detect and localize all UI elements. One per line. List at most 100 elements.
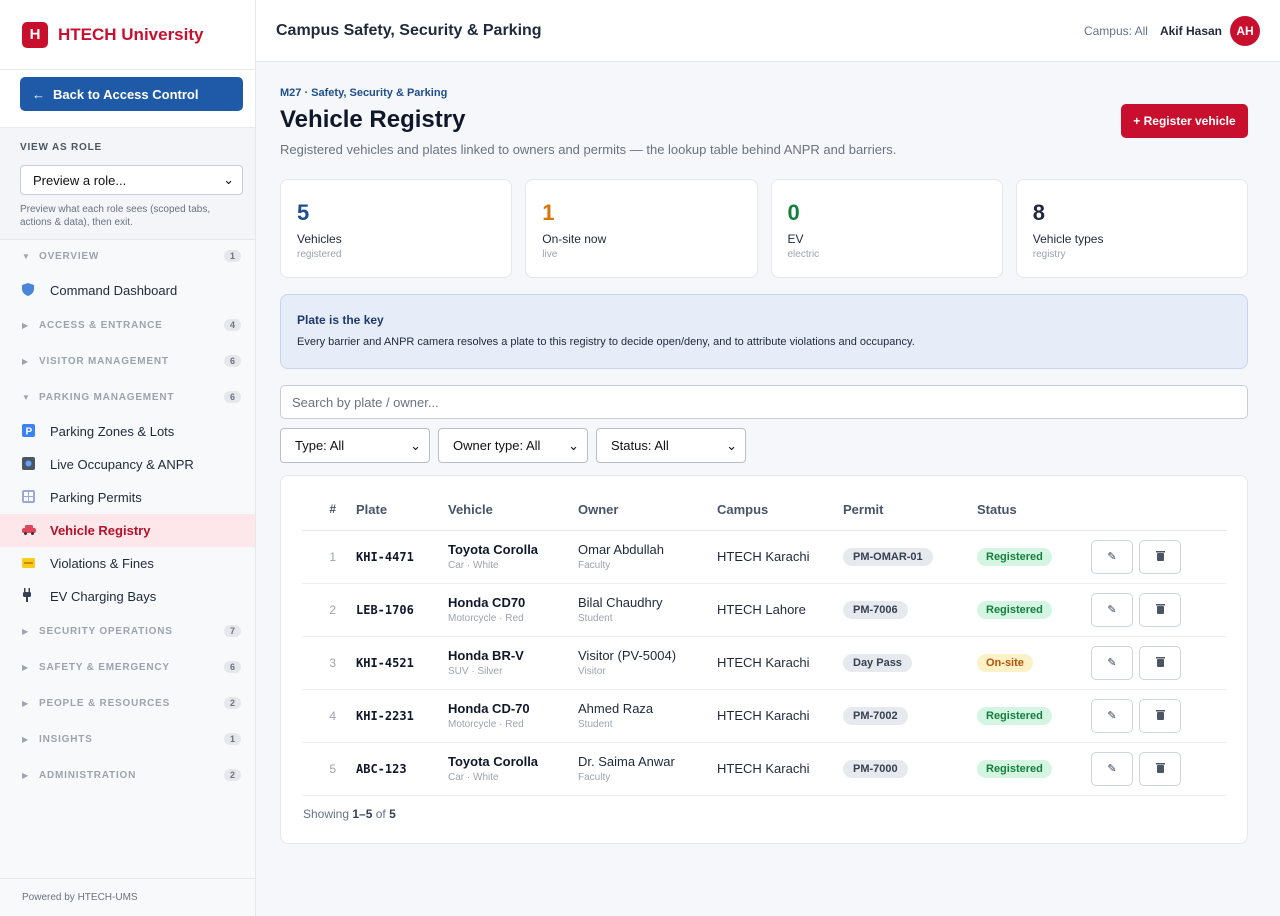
register-vehicle-button[interactable]: + Register vehicle bbox=[1121, 104, 1248, 138]
role-select-value: Preview a role... bbox=[33, 172, 127, 188]
edit-button[interactable]: ✎ bbox=[1091, 645, 1133, 680]
nav-group-insights[interactable]: ▶ INSIGHTS 1 bbox=[0, 721, 255, 757]
nav-group-label: ACCESS & ENTRANCE bbox=[39, 319, 163, 331]
nav-group-administration[interactable]: ▶ ADMINISTRATION 2 bbox=[0, 757, 255, 793]
trash-icon bbox=[1155, 656, 1165, 670]
delete-button[interactable] bbox=[1139, 698, 1181, 733]
search-input[interactable]: Search by plate / owner... bbox=[280, 385, 1248, 419]
table-row[interactable]: 2 LEB-1706 Honda CD70 Motorcycle · Red Bi… bbox=[302, 583, 1227, 637]
delete-button[interactable] bbox=[1139, 592, 1181, 627]
delete-button[interactable] bbox=[1139, 645, 1181, 680]
stat-card-ev: 0 EV electric bbox=[770, 179, 1003, 278]
nav-group-safety[interactable]: ▶ SAFETY & EMERGENCY 6 bbox=[0, 649, 255, 685]
view-as-role-label: VIEW AS ROLE bbox=[20, 142, 103, 153]
sidebar-item-vehicle-registry[interactable]: Vehicle Registry bbox=[0, 514, 255, 547]
edit-button[interactable]: ✎ bbox=[1091, 592, 1133, 627]
nav-group-people[interactable]: ▶ PEOPLE & RESOURCES 2 bbox=[0, 685, 255, 721]
table-row[interactable]: 5 ABC-123 Toyota Corolla Car · White Dr. … bbox=[302, 742, 1227, 796]
pencil-icon: ✎ bbox=[1107, 710, 1117, 722]
trash-icon bbox=[1155, 762, 1165, 776]
permit-pill: Day Pass bbox=[843, 653, 912, 672]
column-header[interactable]: Plate bbox=[356, 502, 448, 531]
nav-group-label: OVERVIEW bbox=[39, 250, 100, 262]
plug-icon bbox=[22, 588, 50, 605]
role-hint: Preview what each role sees (scoped tabs… bbox=[20, 204, 211, 228]
column-header[interactable]: Owner bbox=[578, 502, 717, 531]
caret-right-icon: ▶ bbox=[22, 734, 29, 744]
stat-card-vehicles: 5 Vehicles registered bbox=[280, 179, 513, 278]
permit-cell: PM-7006 bbox=[843, 583, 977, 637]
table-row[interactable]: 4 KHI-2231 Honda CD-70 Motorcycle · Red A… bbox=[302, 689, 1227, 743]
permit-pill: PM-7006 bbox=[843, 600, 908, 619]
column-header[interactable]: Vehicle bbox=[448, 502, 578, 531]
campus-cell: HTECH Karachi bbox=[717, 742, 843, 796]
caret-right-icon: ▶ bbox=[22, 698, 29, 708]
permit-cell: PM-7000 bbox=[843, 742, 977, 796]
table-row[interactable]: 3 KHI-4521 Honda BR-V SUV · Silver Visito… bbox=[302, 636, 1227, 690]
sidebar-item-ev-charging[interactable]: EV Charging Bays bbox=[0, 580, 255, 613]
nav-group-access[interactable]: ▶ ACCESS & ENTRANCE 4 bbox=[0, 307, 255, 343]
row-number: 2 bbox=[302, 583, 356, 637]
avatar[interactable]: AH bbox=[1230, 15, 1260, 46]
status-badge: On-site bbox=[977, 653, 1033, 672]
user-name[interactable]: Akif Hasan bbox=[1160, 24, 1222, 38]
row-number: 1 bbox=[302, 530, 356, 584]
sidebar-item-live-occupancy[interactable]: Live Occupancy & ANPR bbox=[0, 448, 255, 481]
camera-icon bbox=[22, 456, 50, 473]
edit-button[interactable]: ✎ bbox=[1091, 751, 1133, 786]
owner-type-filter[interactable]: Owner type: All ⌄ bbox=[438, 428, 588, 463]
brand[interactable]: H HTECH University bbox=[0, 0, 255, 70]
showing-of: of bbox=[375, 807, 386, 821]
nav-group-count: 6 bbox=[223, 661, 241, 673]
nav-group-overview[interactable]: ▼ OVERVIEW 1 bbox=[0, 238, 255, 274]
delete-button[interactable] bbox=[1139, 751, 1181, 786]
caret-down-icon: ▼ bbox=[22, 392, 31, 402]
pencil-icon: ✎ bbox=[1107, 763, 1117, 775]
plate-cell: LEB-1706 bbox=[356, 583, 448, 637]
column-header[interactable]: Campus bbox=[717, 502, 843, 531]
stat-sub: electric bbox=[787, 249, 820, 260]
filter-value: Type: All bbox=[295, 438, 345, 453]
edit-button[interactable]: ✎ bbox=[1091, 698, 1133, 733]
plate-cell: KHI-4471 bbox=[356, 530, 448, 584]
sidebar-item-parking-permits[interactable]: Parking Permits bbox=[0, 481, 255, 514]
sidebar-item-parking-zones[interactable]: P Parking Zones & Lots bbox=[0, 415, 255, 448]
role-select[interactable]: Preview a role... ⌄ bbox=[20, 165, 243, 195]
nav-group-label: PARKING MANAGEMENT bbox=[39, 391, 175, 403]
sidebar: H HTECH University ← Back to Access Cont… bbox=[0, 0, 256, 916]
sidebar-item-violations[interactable]: Violations & Fines bbox=[0, 547, 255, 580]
vehicle-model: Honda BR-V bbox=[448, 648, 524, 663]
sidebar-item-command-dashboard[interactable]: Command Dashboard bbox=[0, 274, 255, 307]
column-header[interactable]: # bbox=[302, 502, 356, 531]
row-number: 4 bbox=[302, 689, 356, 743]
table-row[interactable]: 1 KHI-4471 Toyota Corolla Car · White Oma… bbox=[302, 530, 1227, 584]
nav-group-parking[interactable]: ▼ PARKING MANAGEMENT 6 bbox=[0, 379, 255, 415]
type-filter[interactable]: Type: All ⌄ bbox=[280, 428, 430, 463]
stat-value: 1 bbox=[542, 200, 555, 225]
nav-group-count: 6 bbox=[223, 355, 241, 367]
page-subtitle: Registered vehicles and plates linked to… bbox=[280, 142, 897, 157]
table-header-row: # Plate Vehicle Owner Campus Permit Stat… bbox=[302, 502, 1227, 531]
stats-row: 5 Vehicles registered 1 On-site now live… bbox=[280, 179, 1248, 278]
car-icon bbox=[22, 524, 50, 538]
nav-group-visitor[interactable]: ▶ VISITOR MANAGEMENT 6 bbox=[0, 343, 255, 379]
campus-selector[interactable]: Campus: All bbox=[1084, 24, 1148, 38]
back-to-access-control-button[interactable]: ← Back to Access Control bbox=[20, 77, 243, 111]
column-header[interactable]: Permit bbox=[843, 502, 977, 531]
brand-name: HTECH University bbox=[58, 24, 204, 44]
stat-value: 5 bbox=[297, 200, 310, 225]
caret-right-icon: ▶ bbox=[22, 662, 29, 672]
actions-cell: ✎ bbox=[1091, 636, 1227, 690]
status-filter[interactable]: Status: All ⌄ bbox=[596, 428, 746, 463]
delete-button[interactable] bbox=[1139, 539, 1181, 574]
owner-cell: Ahmed Raza Student bbox=[578, 689, 717, 743]
edit-button[interactable]: ✎ bbox=[1091, 539, 1133, 574]
vehicle-model: Toyota Corolla bbox=[448, 754, 539, 769]
stat-value: 0 bbox=[787, 200, 800, 225]
column-header[interactable]: Status bbox=[977, 502, 1091, 531]
permit-pill: PM-7002 bbox=[843, 706, 908, 725]
stat-card-vehicle-types: 8 Vehicle types registry bbox=[1015, 179, 1248, 278]
nav-group-security[interactable]: ▶ SECURITY OPERATIONS 7 bbox=[0, 613, 255, 649]
nav-group-count: 6 bbox=[223, 391, 241, 403]
trash-icon bbox=[1155, 603, 1165, 617]
